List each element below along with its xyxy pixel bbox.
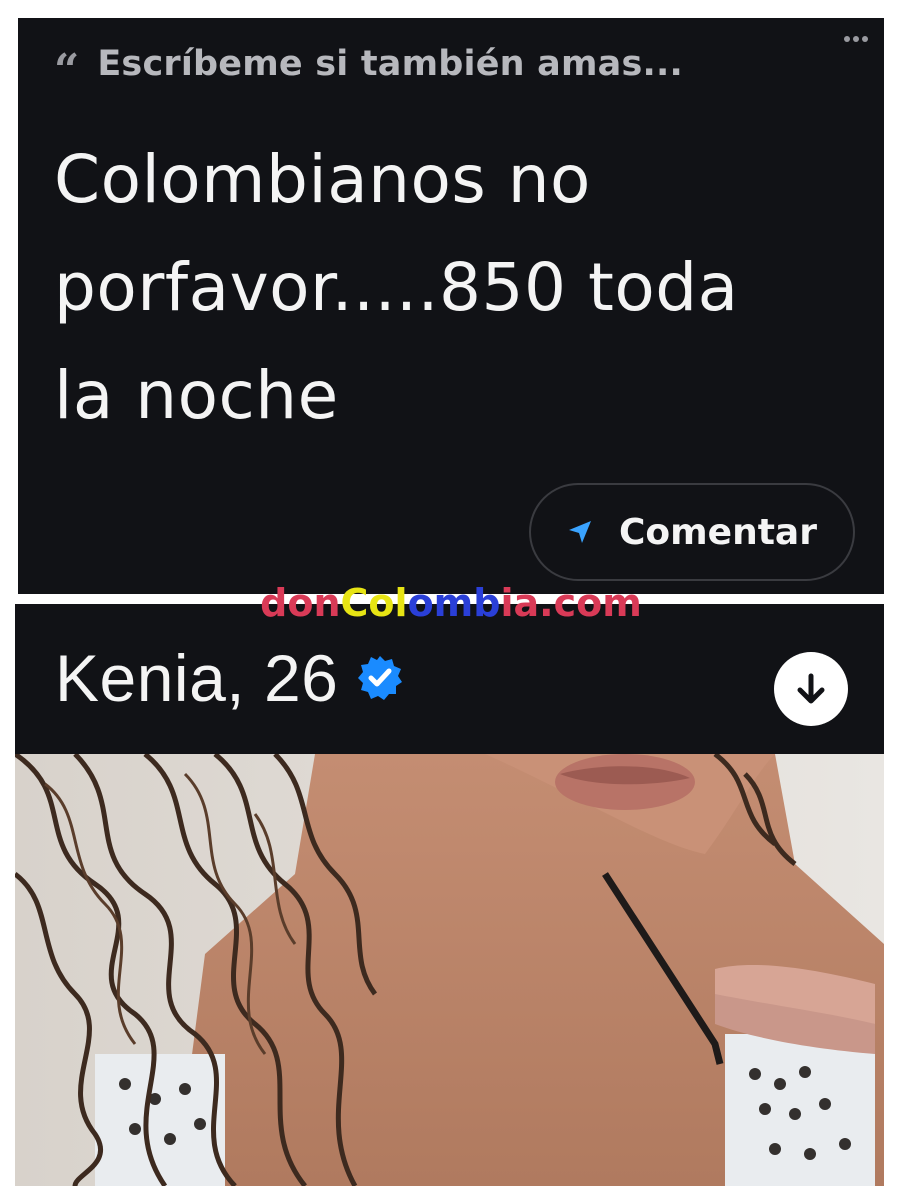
prompt-title: Escríbeme si también amas... bbox=[97, 44, 683, 84]
profile-photo[interactable] bbox=[15, 754, 884, 1186]
quote-icon: “ bbox=[54, 49, 80, 79]
comment-button[interactable]: Comentar bbox=[529, 483, 855, 581]
answer-line: la noche bbox=[54, 357, 339, 434]
arrow-down-icon bbox=[797, 673, 825, 704]
watermark-part: don bbox=[260, 581, 341, 625]
name-row: Kenia, 26 bbox=[55, 640, 404, 716]
more-options-icon[interactable] bbox=[844, 36, 868, 42]
profile-photo-image bbox=[15, 754, 884, 1186]
comment-button-label: Comentar bbox=[619, 511, 817, 553]
watermark-part: Col bbox=[340, 581, 408, 625]
answer-line: porfavor.....850 toda bbox=[54, 249, 739, 326]
prompt-answer: Colombianos no porfavor.....850 toda la … bbox=[54, 126, 854, 450]
answer-line: Colombianos no bbox=[54, 141, 591, 218]
watermark-part: ia.com bbox=[500, 581, 642, 625]
verified-badge-icon bbox=[356, 654, 404, 706]
prompt-header: “ Escríbeme si también amas... bbox=[54, 44, 683, 84]
prompt-card: “ Escríbeme si también amas... Colombian… bbox=[18, 18, 884, 594]
watermark-part: omb bbox=[407, 581, 501, 625]
send-icon bbox=[567, 519, 593, 545]
arrow-down-button[interactable] bbox=[774, 652, 848, 726]
watermark: donColombia.com bbox=[0, 578, 902, 628]
profile-name-age: Kenia, 26 bbox=[55, 641, 339, 715]
